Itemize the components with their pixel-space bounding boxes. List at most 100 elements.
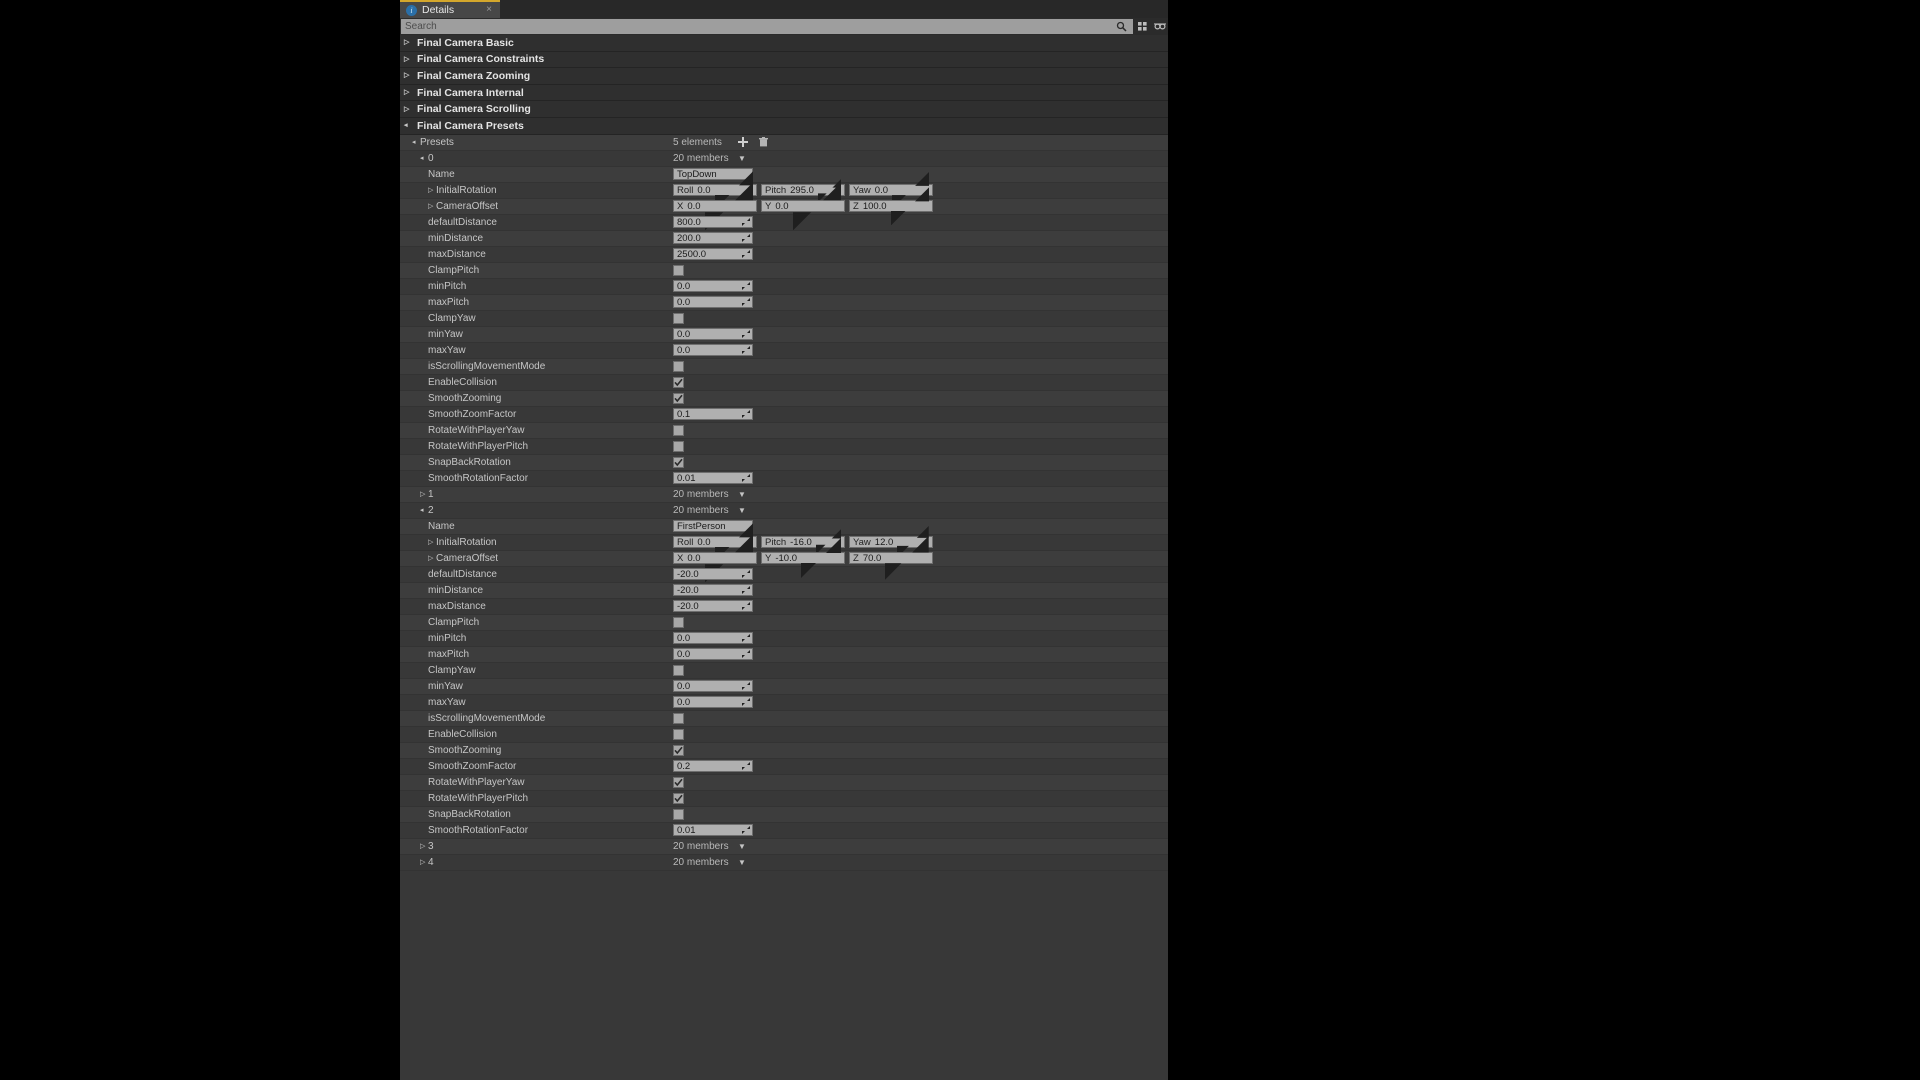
chevron-down-icon[interactable]: ▼	[737, 858, 747, 867]
property-row: minDistance 200.0	[400, 230, 1168, 247]
property-label: RotateWithPlayerYaw	[428, 776, 525, 788]
min-yaw-field[interactable]: 0.0	[673, 680, 753, 693]
collapse-arrow-icon[interactable]: ◂	[420, 507, 428, 514]
smooth-zooming-checkbox[interactable]	[673, 392, 684, 404]
default-distance-field[interactable]: -20.0	[673, 568, 753, 581]
property-label: maxDistance	[428, 248, 486, 260]
property-label: Name	[428, 520, 455, 532]
category-header-1[interactable]: ▷ Final Camera Constraints	[400, 51, 1168, 69]
expand-arrow-icon[interactable]: ▷	[428, 203, 436, 210]
rotate-with-player-yaw-checkbox[interactable]	[673, 424, 684, 436]
min-yaw-field[interactable]: 0.0	[673, 328, 753, 341]
search-input[interactable]: Search	[401, 19, 1133, 34]
settings-icon[interactable]	[1152, 19, 1167, 34]
property-row: minPitch 0.0	[400, 630, 1168, 647]
property-row: RotateWithPlayerYaw	[400, 774, 1168, 791]
max-distance-field[interactable]: -20.0	[673, 600, 753, 613]
collapse-arrow-icon[interactable]: ◂	[420, 155, 428, 162]
min-distance-field[interactable]: 200.0	[673, 232, 753, 245]
property-label: SmoothZoomFactor	[428, 408, 517, 420]
property-label: ClampYaw	[428, 664, 476, 676]
camera-offset-y-field[interactable]: Y 0.0	[761, 181, 845, 231]
category-header-5[interactable]: ◂ Final Camera Presets	[400, 117, 1168, 135]
is-scrolling-movement-mode-checkbox[interactable]	[673, 712, 684, 724]
max-yaw-field[interactable]: 0.0	[673, 696, 753, 709]
min-distance-field[interactable]: -20.0	[673, 584, 753, 597]
property-row: ClampYaw	[400, 662, 1168, 679]
property-label: RotateWithPlayerPitch	[428, 792, 529, 804]
smooth-zoom-factor-field[interactable]: 0.1	[673, 408, 753, 421]
max-pitch-field[interactable]: 0.0	[673, 648, 753, 661]
property-row: RotateWithPlayerPitch	[400, 790, 1168, 807]
smooth-rotation-factor-field[interactable]: 0.01	[673, 824, 753, 837]
expand-arrow-icon[interactable]: ▷	[420, 491, 428, 498]
smooth-zooming-checkbox[interactable]	[673, 744, 684, 756]
plus-icon[interactable]	[737, 136, 749, 148]
grid-view-icon[interactable]	[1135, 19, 1150, 34]
property-label: maxPitch	[428, 296, 470, 308]
category-label: Final Camera Basic	[417, 36, 514, 49]
camera-offset-x-field[interactable]: X 0.0	[673, 533, 757, 583]
rotate-with-player-pitch-checkbox[interactable]	[673, 792, 684, 804]
clamp-yaw-checkbox[interactable]	[673, 664, 684, 676]
element-members: 20 members	[673, 488, 729, 500]
expand-arrow-icon[interactable]: ▷	[428, 187, 436, 194]
collapse-arrow-icon[interactable]: ◂	[412, 139, 420, 146]
clamp-pitch-checkbox[interactable]	[673, 264, 684, 276]
camera-offset-y-field[interactable]: Y -10.0	[761, 538, 845, 579]
smooth-rotation-factor-field[interactable]: 0.01	[673, 472, 753, 485]
trash-icon[interactable]	[757, 136, 769, 148]
expand-arrow-icon[interactable]: ▷	[420, 859, 428, 866]
max-distance-field[interactable]: 2500.0	[673, 248, 753, 261]
min-pitch-field[interactable]: 0.0	[673, 632, 753, 645]
camera-offset-x-field[interactable]: X 0.0	[673, 181, 757, 231]
enable-collision-checkbox[interactable]	[673, 728, 684, 740]
is-scrolling-movement-mode-checkbox[interactable]	[673, 360, 684, 372]
chevron-down-icon[interactable]: ▼	[737, 842, 747, 851]
property-row: ClampPitch	[400, 262, 1168, 279]
camera-offset-z-field[interactable]: Z 70.0	[849, 536, 933, 580]
array-element-4: ▷ 4 20 members ▼	[400, 854, 1168, 871]
expand-arrow-icon[interactable]: ▷	[428, 539, 436, 546]
default-distance-field[interactable]: 800.0	[673, 216, 753, 229]
chevron-down-icon[interactable]: ▼	[737, 154, 747, 163]
category-label: Final Camera Constraints	[417, 53, 545, 66]
max-yaw-field[interactable]: 0.0	[673, 344, 753, 357]
category-header-3[interactable]: ▷ Final Camera Internal	[400, 84, 1168, 102]
close-icon[interactable]: ×	[486, 5, 492, 15]
property-label: minYaw	[428, 328, 463, 340]
property-label: RotateWithPlayerYaw	[428, 424, 525, 436]
clamp-yaw-checkbox[interactable]	[673, 312, 684, 324]
property-row: isScrollingMovementMode	[400, 358, 1168, 375]
search-icon[interactable]	[1114, 19, 1129, 34]
rotate-with-player-pitch-checkbox[interactable]	[673, 440, 684, 452]
max-pitch-field[interactable]: 0.0	[673, 296, 753, 309]
expand-arrow-icon[interactable]: ▷	[420, 843, 428, 850]
element-members: 20 members	[673, 856, 729, 868]
property-label: EnableCollision	[428, 376, 497, 388]
enable-collision-checkbox[interactable]	[673, 376, 684, 388]
property-label: maxYaw	[428, 344, 466, 356]
property-label: SmoothZooming	[428, 744, 502, 756]
tab-details[interactable]: i Details ×	[400, 0, 500, 18]
property-row: ▷ CameraOffset X 0.0 Y -10.0 Z 70.0	[400, 533, 1168, 583]
property-row: ClampPitch	[400, 614, 1168, 631]
camera-offset-z-field[interactable]: Z 100.0	[849, 186, 933, 226]
min-pitch-field[interactable]: 0.0	[673, 280, 753, 293]
property-row: SmoothZoomFactor 0.1	[400, 406, 1168, 423]
property-row: maxDistance -20.0	[400, 598, 1168, 615]
clamp-pitch-checkbox[interactable]	[673, 616, 684, 628]
snap-back-rotation-checkbox[interactable]	[673, 456, 684, 468]
chevron-down-icon[interactable]: ▼	[737, 490, 747, 499]
smooth-zoom-factor-field[interactable]: 0.2	[673, 760, 753, 773]
category-label: Final Camera Zooming	[417, 69, 531, 82]
rotate-with-player-yaw-checkbox[interactable]	[673, 776, 684, 788]
property-row: minPitch 0.0	[400, 278, 1168, 295]
category-header-4[interactable]: ▷ Final Camera Scrolling	[400, 101, 1168, 118]
chevron-down-icon[interactable]: ▼	[737, 506, 747, 515]
snap-back-rotation-checkbox[interactable]	[673, 808, 684, 820]
property-row: minYaw 0.0	[400, 678, 1168, 695]
expand-arrow-icon[interactable]: ▷	[428, 555, 436, 562]
category-header-0[interactable]: ▷ Final Camera Basic	[400, 35, 1168, 52]
category-header-2[interactable]: ▷ Final Camera Zooming	[400, 68, 1168, 85]
